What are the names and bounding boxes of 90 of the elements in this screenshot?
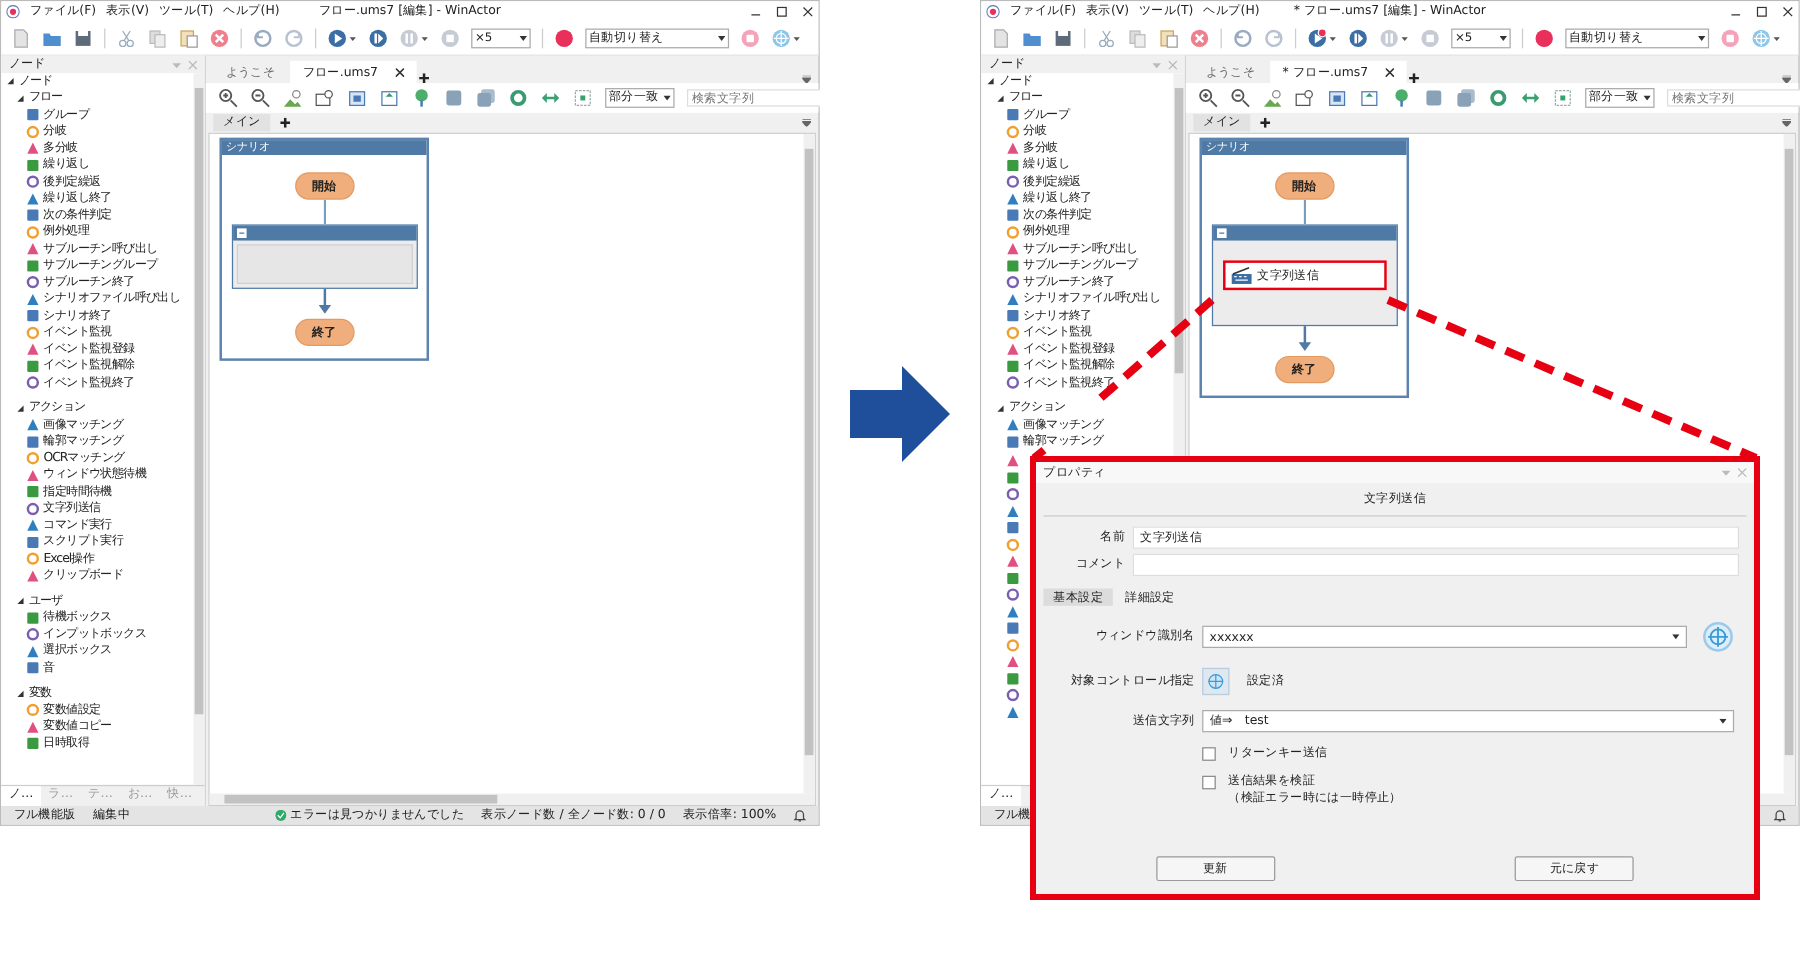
stop-record-icon[interactable] <box>1720 27 1741 48</box>
new-file-icon[interactable] <box>991 27 1011 48</box>
check-icon <box>275 809 287 821</box>
flow-arrow <box>1298 326 1311 351</box>
checkbox[interactable] <box>1202 747 1216 761</box>
tree-toggle-icon[interactable] <box>16 689 25 698</box>
open-folder-icon[interactable] <box>1022 27 1042 48</box>
import-icon[interactable] <box>1359 88 1380 108</box>
undo-icon[interactable] <box>252 27 273 48</box>
gear-icon[interactable] <box>508 88 529 108</box>
paste-icon[interactable] <box>178 27 199 48</box>
add-sheet-icon[interactable] <box>280 117 291 128</box>
pages-icon[interactable] <box>1456 88 1476 108</box>
tree-toggle-icon[interactable] <box>996 93 1005 103</box>
caret-icon <box>717 35 726 41</box>
copy-icon[interactable] <box>1127 27 1148 48</box>
vertical-scrollbar[interactable] <box>1783 133 1795 794</box>
caret-icon <box>1697 35 1706 41</box>
play-icon[interactable] <box>327 27 358 48</box>
redo-icon[interactable] <box>283 27 304 48</box>
horizontal-scrollbar[interactable] <box>209 793 815 805</box>
caret-icon <box>519 35 527 41</box>
add-tab-icon[interactable] <box>1409 73 1419 84</box>
menu-caret-icon[interactable] <box>1782 75 1791 84</box>
zoom-out-icon[interactable] <box>1230 88 1251 108</box>
tree-toggle-icon[interactable] <box>16 403 25 413</box>
delete-icon[interactable] <box>1189 27 1210 48</box>
window-search-icon[interactable] <box>1294 88 1315 108</box>
checkbox[interactable] <box>1202 775 1216 790</box>
step-icon[interactable] <box>368 27 389 48</box>
zoom-out-icon[interactable] <box>250 88 271 108</box>
caret-icon <box>663 95 671 101</box>
open-folder-icon[interactable] <box>42 27 62 48</box>
connector-line <box>1303 199 1306 225</box>
tree-toggle-icon[interactable] <box>16 596 25 606</box>
close-tab-icon[interactable] <box>1385 67 1395 77</box>
delete-icon[interactable] <box>209 27 230 48</box>
tree-toggle-icon[interactable] <box>16 93 25 103</box>
scrollbar[interactable] <box>193 73 205 785</box>
redo-icon[interactable] <box>1263 27 1284 48</box>
vertical-scrollbar[interactable] <box>803 133 815 794</box>
play-icon[interactable] <box>1307 27 1338 48</box>
swap-icon[interactable] <box>1520 88 1541 108</box>
menu-caret-icon[interactable] <box>802 119 811 127</box>
arrow-icon <box>850 365 950 461</box>
flow-arrow <box>318 288 331 314</box>
caret-icon <box>1643 95 1651 101</box>
keyboard-icon <box>1229 266 1253 285</box>
caret-icon <box>1719 718 1727 724</box>
undo-icon[interactable] <box>1232 27 1253 48</box>
target-icon <box>1207 672 1225 691</box>
caret-icon <box>1672 634 1680 640</box>
page-icon[interactable] <box>443 88 464 108</box>
zoom-in-icon[interactable] <box>218 88 239 108</box>
target-icon[interactable] <box>1751 27 1782 48</box>
record-icon[interactable] <box>554 27 575 48</box>
connector-line <box>323 199 326 225</box>
step-icon[interactable] <box>1348 27 1369 48</box>
caret-icon <box>1499 35 1507 41</box>
import-icon[interactable] <box>379 88 400 108</box>
stop-record-icon[interactable] <box>740 27 761 48</box>
comment-field[interactable] <box>1132 553 1740 577</box>
pause-icon[interactable] <box>399 27 430 48</box>
target-icon[interactable] <box>771 27 802 48</box>
record-icon[interactable] <box>1534 27 1555 48</box>
menu-caret-icon[interactable] <box>1782 119 1791 127</box>
collapse-icon[interactable] <box>236 228 247 239</box>
export-icon[interactable] <box>1327 88 1348 108</box>
new-file-icon[interactable] <box>11 27 31 48</box>
window-search-icon[interactable] <box>314 88 335 108</box>
add-tab-icon[interactable] <box>418 73 429 84</box>
collapse-icon[interactable] <box>1216 228 1227 239</box>
zoom-in-icon[interactable] <box>1198 88 1219 108</box>
paste-icon[interactable] <box>1158 27 1179 48</box>
save-icon[interactable] <box>1053 27 1073 48</box>
close-tab-icon[interactable] <box>395 67 405 77</box>
save-icon[interactable] <box>73 27 93 48</box>
target-button[interactable] <box>1202 667 1230 696</box>
copy-icon[interactable] <box>147 27 168 48</box>
group-node[interactable] <box>231 224 418 289</box>
pages-icon[interactable] <box>476 88 496 108</box>
swap-icon[interactable] <box>540 88 561 108</box>
pin-icon[interactable] <box>1721 468 1731 477</box>
pause-icon[interactable] <box>1379 27 1410 48</box>
tree-toggle-icon[interactable] <box>996 403 1005 413</box>
target-icon[interactable] <box>1701 620 1735 653</box>
add-sheet-icon[interactable] <box>1260 117 1271 128</box>
menu-caret-icon[interactable] <box>802 75 811 84</box>
export-icon[interactable] <box>347 88 368 108</box>
gear-icon[interactable] <box>1488 88 1509 108</box>
